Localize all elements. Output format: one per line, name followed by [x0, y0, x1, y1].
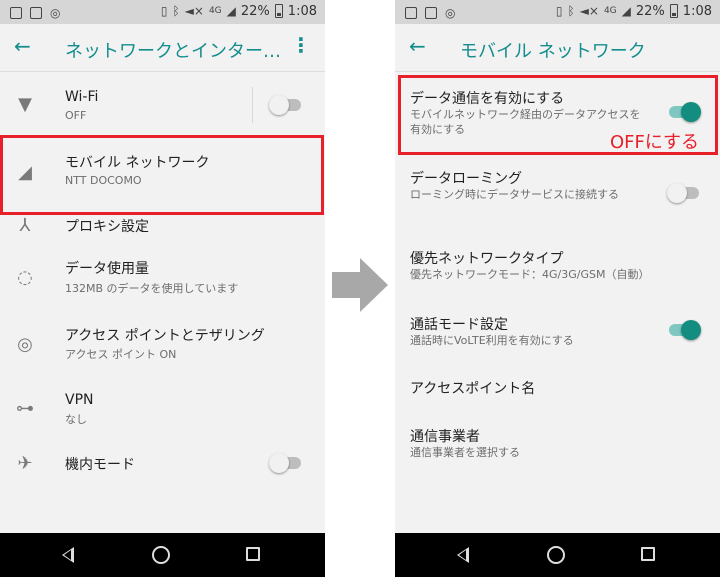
setting-title: アクセス ポイントとテザリング [65, 328, 265, 344]
notification-icon [10, 7, 22, 19]
overflow-menu-icon[interactable]: ⋮ [291, 35, 311, 55]
notification-icon [405, 7, 417, 19]
setting-item-data-roaming[interactable]: データローミング ローミング時にデータサービスに接続する [395, 160, 720, 225]
hotspot-status-icon: ◎ [445, 6, 456, 20]
highlight-box-mobile-network [0, 135, 324, 215]
setting-subtitle: ローミング時にデータサービスに接続する [410, 188, 619, 201]
hotspot-status-icon: ◎ [50, 6, 61, 20]
setting-subtitle: 132MB のデータを使用しています [65, 282, 239, 295]
setting-title: プロキシ設定 [65, 219, 149, 235]
navigation-bar [0, 533, 325, 577]
app-bar: ← モバイル ネットワーク [395, 24, 720, 72]
setting-title: アクセスポイント名 [410, 381, 536, 397]
mute-icon: ◄× [579, 4, 599, 18]
back-arrow-icon[interactable]: ← [409, 34, 426, 58]
setting-title: データ使用量 [65, 261, 149, 277]
vibrate-icon: ▯ [555, 4, 563, 18]
setting-item-apn[interactable]: アクセスポイント名 [395, 370, 720, 405]
setting-item-preferred-network[interactable]: 優先ネットワークタイプ 優先ネットワークモード：4G/3G/GSM（自動） [395, 240, 720, 290]
right-phone-screen: ◎ ▯ ᛒ ◄× 4G ◢ 22% 1:08 ← モバイル ネットワーク データ… [395, 0, 720, 577]
setting-item-data-usage[interactable]: ◌ データ使用量 132MB のデータを使用しています [0, 250, 325, 310]
battery-percent: 22% [240, 3, 270, 19]
page-title: ネットワークとインター… [65, 41, 281, 62]
left-phone-screen: ◎ ▯ ᛒ ◄× 4G ◢ 22% 1:08 ← ネットワークとインター… ⋮ … [0, 0, 325, 577]
setting-subtitle: アクセス ポイント ON [65, 348, 177, 361]
off-annotation-label: OFFにする [610, 132, 700, 153]
back-arrow-icon[interactable]: ← [14, 34, 31, 58]
nav-recents-icon[interactable] [641, 547, 655, 561]
app-bar: ← ネットワークとインター… ⋮ [0, 24, 325, 72]
battery-icon [274, 4, 283, 18]
setting-item-wifi[interactable]: ▼ Wi-Fi OFF [0, 75, 325, 135]
data-usage-icon: ◌ [17, 267, 33, 288]
setting-title: 通話モード設定 [410, 317, 508, 333]
image-notification-icon [425, 7, 437, 19]
setting-item-proxy[interactable]: ⅄ プロキシ設定 [0, 212, 325, 242]
hotspot-icon: ◎ [17, 334, 33, 355]
setting-item-call-mode[interactable]: 通話モード設定 通話時にVoLTE利用を有効にする [395, 306, 720, 356]
data-roaming-toggle[interactable] [667, 183, 701, 203]
signal-icon: ◢ [226, 4, 236, 18]
setting-item-tethering[interactable]: ◎ アクセス ポイントとテザリング アクセス ポイント ON [0, 317, 325, 377]
network-type-label: 4G [208, 6, 222, 16]
navigation-bar [395, 533, 720, 577]
battery-icon [669, 4, 678, 18]
battery-percent: 22% [635, 3, 665, 19]
wifi-icon: ▼ [18, 94, 32, 115]
setting-title: VPN [65, 392, 94, 408]
divider [252, 87, 253, 123]
setting-title: データローミング [410, 171, 522, 187]
airplane-icon: ✈ [17, 453, 33, 474]
setting-subtitle: 通信事業者を選択する [410, 446, 520, 459]
status-bar: ◎ ▯ ᛒ ◄× 4G ◢ 22% 1:08 [395, 0, 720, 24]
nav-home-icon[interactable] [547, 546, 565, 564]
setting-title: 機内モード [65, 457, 135, 473]
page-title: モバイル ネットワーク [460, 41, 646, 62]
airplane-mode-toggle[interactable] [269, 453, 303, 473]
clock: 1:08 [287, 3, 317, 19]
setting-title: 通信事業者 [410, 429, 480, 445]
network-type-label: 4G [603, 6, 617, 16]
setting-item-airplane-mode[interactable]: ✈ 機内モード [0, 445, 325, 485]
bluetooth-icon: ᛒ [567, 4, 575, 18]
setting-subtitle: 優先ネットワークモード：4G/3G/GSM（自動） [410, 268, 650, 281]
status-bar: ◎ ▯ ᛒ ◄× 4G ◢ 22% 1:08 [0, 0, 325, 24]
setting-title: 優先ネットワークタイプ [410, 251, 564, 267]
nav-back-icon[interactable] [62, 547, 74, 563]
clock: 1:08 [682, 3, 712, 19]
volte-toggle[interactable] [667, 320, 701, 340]
nav-back-icon[interactable] [457, 547, 469, 563]
bluetooth-icon: ᛒ [172, 4, 180, 18]
setting-item-carrier[interactable]: 通信事業者 通信事業者を選択する [395, 418, 720, 468]
setting-subtitle: 通話時にVoLTE利用を有効にする [410, 334, 574, 347]
proxy-icon: ⅄ [19, 215, 31, 236]
wifi-toggle[interactable] [269, 95, 303, 115]
setting-title: Wi-Fi [65, 89, 99, 105]
vibrate-icon: ▯ [160, 4, 168, 18]
vpn-key-icon: ⊶ [16, 398, 34, 419]
image-notification-icon [30, 7, 42, 19]
nav-recents-icon[interactable] [246, 547, 260, 561]
nav-home-icon[interactable] [152, 546, 170, 564]
signal-icon: ◢ [621, 4, 631, 18]
mute-icon: ◄× [184, 4, 204, 18]
setting-subtitle: なし [65, 413, 87, 426]
setting-item-vpn[interactable]: ⊶ VPN なし [0, 384, 325, 444]
setting-subtitle: OFF [65, 109, 87, 122]
right-arrow-icon [332, 258, 388, 312]
